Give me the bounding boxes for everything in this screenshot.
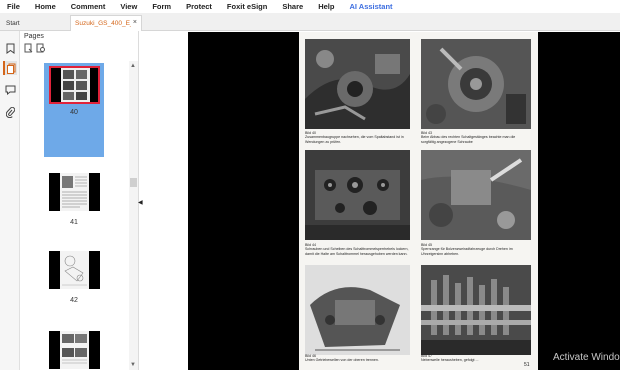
menu-comment[interactable]: Comment xyxy=(71,2,106,11)
windows-activation-watermark: Activate Windo xyxy=(553,352,620,363)
figure-photo-47 xyxy=(421,265,531,355)
scrollbar-thumb[interactable] xyxy=(130,178,137,187)
figure-caption-46: Bild 46 Unten Getriebewellen von der obe… xyxy=(305,354,379,363)
figure-caption-47: Bild 47 Nebenwelle herausheben, gefolgt … xyxy=(421,354,479,363)
figure-caption-45: Bild 45 Sperrzange für Bolzenzweiradfahr… xyxy=(421,243,513,256)
document-viewer[interactable]: Bild 40 Zusammenbaugruppe nachsehen, die… xyxy=(145,31,620,370)
document-page: Bild 40 Zusammenbaugruppe nachsehen, die… xyxy=(299,32,538,370)
thumbnail-page-42[interactable] xyxy=(49,251,100,289)
thumbnail-page-43[interactable] xyxy=(49,331,100,369)
tab-bar: Start Suzuki_GS_400_E_EN... × xyxy=(0,13,620,31)
pages-panel-title: Pages xyxy=(24,33,44,40)
menu-ai-assistant[interactable]: AI Assistant xyxy=(349,2,392,11)
menu-form[interactable]: Form xyxy=(152,2,171,11)
thumbnail-list: 40 41 42 xyxy=(20,61,130,370)
figure-photo-40 xyxy=(305,39,410,129)
tab-start-label: Start xyxy=(6,19,20,27)
thumbnail-page-40[interactable] xyxy=(49,66,100,104)
figure-photo-46 xyxy=(305,265,410,355)
menu-protect[interactable]: Protect xyxy=(186,2,212,11)
thumbnail-label-41: 41 xyxy=(70,219,78,226)
thumbnail-label-42: 42 xyxy=(70,297,78,304)
page-background: Bild 40 Zusammenbaugruppe nachsehen, die… xyxy=(188,32,620,370)
scroll-up-icon[interactable]: ▲ xyxy=(130,63,136,69)
scroll-down-icon[interactable]: ▼ xyxy=(130,362,136,368)
close-icon[interactable]: × xyxy=(133,19,137,26)
navigation-sidebar xyxy=(0,31,20,370)
figure-caption-40: Bild 40 Zusammenbaugruppe nachsehen, die… xyxy=(305,131,404,144)
menu-share[interactable]: Share xyxy=(282,2,303,11)
bookmark-icon[interactable] xyxy=(3,41,17,55)
tab-start[interactable]: Start xyxy=(2,15,68,31)
menu-file[interactable]: File xyxy=(7,2,20,11)
thumbnail-label-40: 40 xyxy=(70,109,78,116)
page-options-icon[interactable] xyxy=(24,43,34,53)
menu-bar: File Home Comment View Form Protect Foxi… xyxy=(0,0,620,13)
thumbnail-page-41[interactable] xyxy=(49,173,100,211)
tab-document-label: Suzuki_GS_400_E_EN... xyxy=(75,20,131,27)
page-number: 51 xyxy=(524,362,530,368)
figure-caption-43: Bild 43 Beim Abbau des rechten Schaltges… xyxy=(421,131,516,144)
figure-caption-44: Bild 44 Schrauben und Scheiben des Schal… xyxy=(305,243,409,256)
comments-icon[interactable] xyxy=(3,83,17,97)
pages-panel: Pages 40 41 42 ▲ ▼ xyxy=(20,31,139,370)
thumbnail-scrollbar[interactable]: ▲ ▼ xyxy=(129,61,138,370)
menu-help[interactable]: Help xyxy=(318,2,334,11)
tab-document[interactable]: Suzuki_GS_400_E_EN... × xyxy=(70,15,142,31)
attachment-icon[interactable] xyxy=(3,105,17,119)
figure-photo-43 xyxy=(421,39,531,129)
menu-home[interactable]: Home xyxy=(35,2,56,11)
collapse-panel-icon[interactable]: ◀ xyxy=(138,199,143,206)
page-zoom-icon[interactable] xyxy=(36,43,46,53)
pages-icon[interactable] xyxy=(3,61,17,75)
figure-photo-44 xyxy=(305,150,410,240)
menu-view[interactable]: View xyxy=(120,2,137,11)
menu-foxit-esign[interactable]: Foxit eSign xyxy=(227,2,267,11)
figure-photo-45 xyxy=(421,150,531,240)
